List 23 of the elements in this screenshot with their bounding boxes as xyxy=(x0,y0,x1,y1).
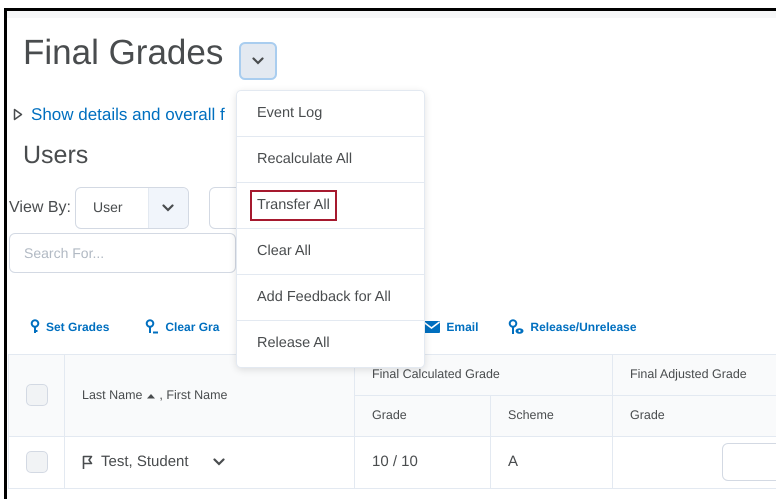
view-by-label: View By: xyxy=(9,198,71,218)
menu-item[interactable]: Transfer All xyxy=(250,190,337,222)
student-name: Test, Student xyxy=(101,452,189,472)
page-title: Final Grades xyxy=(23,32,224,74)
details-link[interactable]: Show details and overall f xyxy=(31,102,225,128)
column-header: Scheme xyxy=(490,395,613,436)
column-header: Grade xyxy=(612,395,776,436)
column-header: Grade xyxy=(354,395,490,436)
menu-item[interactable]: Event Log xyxy=(250,98,330,130)
action-link[interactable]: Clear Gra xyxy=(145,318,220,336)
action-link[interactable]: Set Grades xyxy=(30,318,110,336)
view-by-select[interactable]: User xyxy=(74,186,189,228)
column-header[interactable]: Last Name , First Name xyxy=(64,354,354,436)
menu-item[interactable]: Add Feedback for All xyxy=(250,282,398,314)
search-field[interactable]: Search For... xyxy=(9,232,236,272)
section-title: Users xyxy=(23,140,88,170)
column-group-header: Final Calculated Grade xyxy=(354,354,613,395)
table-cell: A xyxy=(490,436,613,488)
table-cell: 10 / 10 xyxy=(354,436,490,488)
column-group-header: Final Adjusted Grade xyxy=(612,354,776,395)
action-link[interactable]: Release/Unrelease xyxy=(508,318,636,336)
menu-item[interactable]: Recalculate All xyxy=(250,144,360,176)
menu-item[interactable]: Clear All xyxy=(250,236,318,268)
